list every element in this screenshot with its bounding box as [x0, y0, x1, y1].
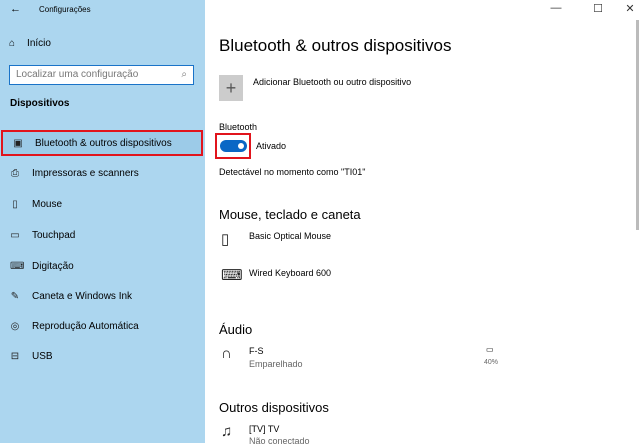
battery-level: 40%: [484, 359, 499, 366]
close-button[interactable]: ✕: [620, 2, 640, 15]
pen-icon: ✎: [10, 290, 20, 302]
sidebar-item-bluetooth[interactable]: ▣ Bluetooth & outros dispositivos: [1, 130, 203, 156]
device-keyboard[interactable]: Wired Keyboard 600: [249, 268, 331, 278]
sidebar-item-pen[interactable]: ✎ Caneta e Windows Ink: [0, 283, 205, 309]
headphones-icon: ∩: [221, 345, 232, 362]
touchpad-icon: ▭: [10, 229, 20, 241]
mouse-icon: ▯: [221, 231, 230, 248]
mouse-section-heading: Mouse, teclado e caneta: [219, 207, 361, 222]
add-device-button[interactable]: +: [219, 75, 243, 101]
sidebar-item-mouse[interactable]: ▯ Mouse: [0, 191, 205, 217]
device-tv-name[interactable]: [TV] TV: [249, 424, 279, 434]
sidebar-item-label: USB: [32, 350, 53, 362]
battery-icon: ▭: [486, 345, 494, 354]
discoverable-text: Detectável no momento como "TI01": [219, 167, 366, 177]
window-title: Configurações: [39, 5, 91, 14]
keyboard-icon: ⌨: [10, 260, 25, 272]
sidebar-item-autoplay[interactable]: ◎ Reprodução Automática: [0, 313, 205, 339]
search-placeholder: Localizar uma configuração: [16, 69, 139, 80]
toggle-knob: [238, 143, 244, 149]
scrollbar[interactable]: [636, 20, 639, 230]
sidebar-item-label: Reprodução Automática: [32, 320, 139, 332]
sidebar-item-usb[interactable]: ⊟ USB: [0, 343, 205, 369]
mouse-icon: ▯: [12, 198, 18, 210]
device-audio-status: Emparelhado: [249, 359, 303, 369]
add-device-label[interactable]: Adicionar Bluetooth ou outro dispositivo: [253, 77, 411, 87]
bluetooth-toggle[interactable]: [215, 133, 251, 159]
toggle-track: [220, 140, 247, 152]
audio-section-heading: Áudio: [219, 322, 253, 337]
home-icon: ⌂: [9, 38, 16, 49]
section-heading: Dispositivos: [10, 98, 70, 109]
printer-icon: ⎙: [11, 167, 19, 179]
sidebar-item-label: Digitação: [32, 260, 74, 272]
sidebar-item-label: Mouse: [32, 198, 63, 210]
bluetooth-devices-icon: ▣: [13, 137, 23, 149]
device-mouse[interactable]: Basic Optical Mouse: [249, 231, 331, 241]
device-tv-status: Não conectado: [249, 436, 310, 446]
device-audio-name[interactable]: F-S: [249, 346, 264, 356]
bluetooth-state: Ativado: [256, 141, 287, 151]
autoplay-icon: ◎: [10, 320, 20, 332]
minimize-button[interactable]: —: [546, 2, 566, 14]
plus-icon: +: [225, 78, 237, 98]
home-label: Início: [27, 38, 51, 49]
other-section-heading: Outros dispositivos: [219, 400, 329, 415]
search-icon: ⌕: [181, 69, 187, 80]
tv-media-icon: ♫: [221, 423, 233, 440]
sidebar-item-typing[interactable]: ⌨ Digitação: [0, 253, 205, 279]
sidebar-item-home[interactable]: ⌂ Início: [9, 38, 51, 49]
usb-icon: ⊟: [10, 350, 20, 362]
sidebar-item-touchpad[interactable]: ▭ Touchpad: [0, 222, 205, 248]
sidebar-item-printers[interactable]: ⎙ Impressoras e scanners: [0, 160, 205, 186]
sidebar-item-label: Bluetooth & outros dispositivos: [35, 137, 172, 149]
back-button[interactable]: ←: [10, 3, 21, 15]
search-input[interactable]: Localizar uma configuração ⌕: [9, 65, 194, 85]
sidebar-item-label: Caneta e Windows Ink: [32, 290, 133, 302]
sidebar-item-label: Touchpad: [32, 229, 76, 241]
bluetooth-label: Bluetooth: [219, 122, 258, 132]
maximize-button[interactable]: ☐: [588, 2, 608, 15]
page-title: Bluetooth & outros dispositivos: [219, 36, 452, 55]
title-bar: ← Configurações — ☐ ✕: [0, 0, 640, 20]
sidebar-item-label: Impressoras e scanners: [32, 167, 139, 179]
keyboard-icon: ⌨: [221, 267, 243, 284]
